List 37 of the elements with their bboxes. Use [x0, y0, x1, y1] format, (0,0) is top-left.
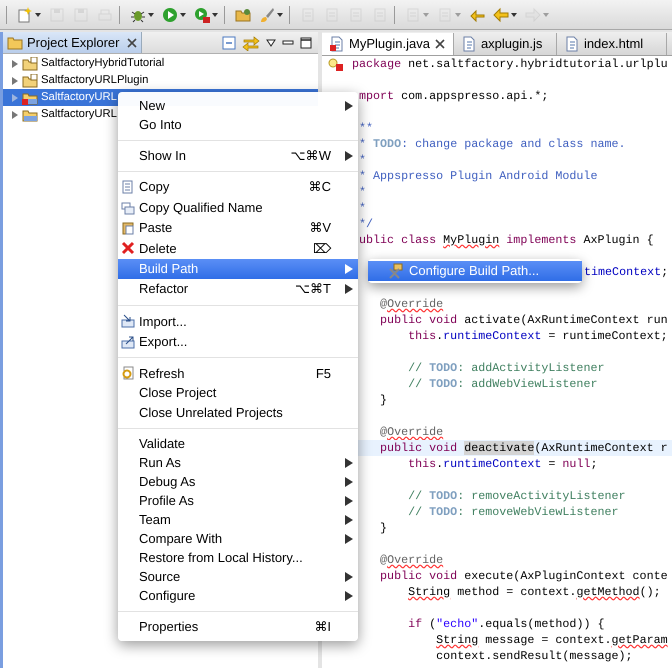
code-line: }: [379, 520, 388, 536]
code-line: *: [359, 184, 366, 200]
code-line: * Appspresso Plugin Android Module: [359, 168, 598, 184]
code-line: *: [359, 152, 366, 168]
code-line: context.sendResult(message);: [435, 648, 633, 664]
code-line: this.runtimeContext = null;: [407, 456, 598, 472]
shortcut-label: ⌘I: [314, 618, 331, 636]
code-line: @Override: [379, 424, 444, 440]
code-line: @Override: [379, 552, 444, 568]
code-line: package net.saltfactory.hybridtutorial.urlplu: [352, 56, 668, 72]
code-line: public void execute(AxPluginContext conte: [379, 568, 668, 584]
code-line: * TODO: change package and class name.: [359, 136, 626, 152]
code-line: timeContext;: [584, 264, 668, 280]
code-line: // TODO: addWebViewListener: [407, 376, 598, 392]
code-line: mport com.appspresso.api.*;: [359, 88, 548, 104]
code-line: // TODO: removeActivityListener: [407, 488, 626, 504]
code-line: **: [359, 120, 374, 136]
view-title: Project Explorer: [27, 34, 120, 52]
code-line: *: [359, 200, 366, 216]
shortcut-label: F5: [316, 364, 331, 383]
shortcut-label: ⌘V: [309, 219, 331, 238]
code-line: String method = context.getMethod();: [407, 584, 661, 600]
code-line: */: [359, 216, 374, 232]
code-line: if ("echo".equals(method)) {: [407, 616, 604, 632]
code-line: @Override: [379, 296, 444, 312]
code-line: this.runtimeContext = runtimeContext;: [407, 328, 668, 344]
code-line: // TODO: removeWebViewListener: [407, 504, 619, 520]
shortcut-label: ⌦: [313, 240, 331, 258]
code-line: }: [379, 392, 388, 408]
shortcut-label: ⌘C: [308, 178, 331, 196]
code-line: // TODO: addActivityListener: [407, 360, 604, 376]
code-line: public void activate(AxRuntimeContext run: [379, 312, 668, 328]
shortcut-label: ⌥⌘W: [290, 146, 331, 165]
code-line: String message = context.getParam: [435, 632, 668, 648]
code-line: public void deactivate(AxRuntimeContext r: [379, 440, 668, 456]
code-line: ublic class MyPlugin implements AxPlugin {: [359, 232, 654, 248]
shortcut-label: ⌥⌘T: [295, 280, 331, 298]
